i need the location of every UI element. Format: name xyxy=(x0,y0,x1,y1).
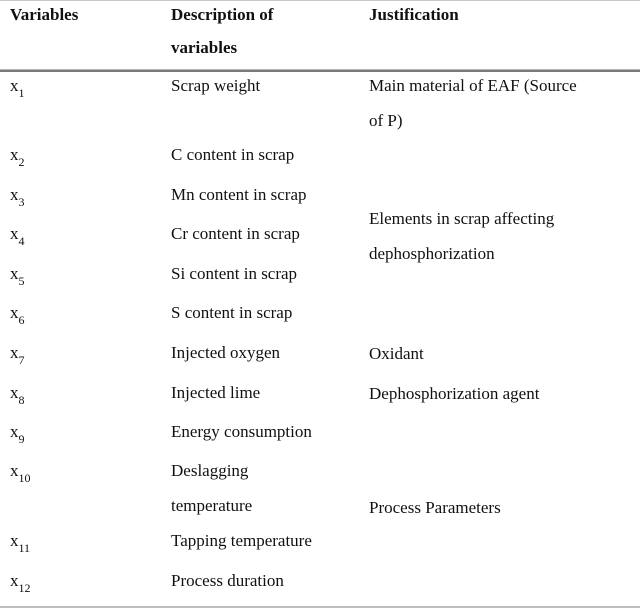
description-cell: C content in scrap xyxy=(171,145,295,164)
justification-cell-line1: Elements in scrap affecting xyxy=(369,209,555,228)
justification-cell-line1: Main material of EAF (Source xyxy=(369,76,577,95)
header-description-line2: variables xyxy=(171,38,238,57)
variable-cell: x12 xyxy=(10,571,31,595)
header-variables: Variables xyxy=(10,5,79,24)
justification-cell: Oxidant xyxy=(369,344,424,363)
description-cell: Si content in scrap xyxy=(171,264,298,283)
description-cell: Injected oxygen xyxy=(171,343,281,362)
description-cell: S content in scrap xyxy=(171,303,293,322)
variable-cell: x8 xyxy=(10,383,25,407)
description-cell: Mn content in scrap xyxy=(171,185,307,204)
description-cell: Scrap weight xyxy=(171,76,261,95)
variable-cell: x3 xyxy=(10,185,25,209)
variable-cell: x7 xyxy=(10,343,25,367)
justification-cell-line2: of P) xyxy=(369,111,403,130)
description-cell: Injected lime xyxy=(171,383,261,402)
description-cell: Tapping temperature xyxy=(171,531,312,550)
variable-cell: x4 xyxy=(10,224,25,248)
table-top-rule xyxy=(0,0,640,1)
table-bottom-rule xyxy=(0,606,640,608)
description-cell: Process duration xyxy=(171,571,284,590)
description-cell-line2: temperature xyxy=(171,496,253,515)
justification-cell: Dephosphorization agent xyxy=(369,384,540,403)
justification-cell: Process Parameters xyxy=(369,498,501,517)
description-cell-line1: Deslagging xyxy=(171,461,249,480)
header-justification: Justification xyxy=(369,5,459,24)
description-cell: Energy consumption xyxy=(171,422,312,441)
justification-cell-line2: dephosphorization xyxy=(369,244,495,263)
header-description-line1: Description of xyxy=(171,5,274,24)
description-cell: Cr content in scrap xyxy=(171,224,300,243)
variable-cell: x9 xyxy=(10,422,25,446)
variable-cell: x2 xyxy=(10,145,25,169)
variable-cell: x11 xyxy=(10,531,31,555)
variable-cell: x5 xyxy=(10,264,25,288)
variable-cell: x10 xyxy=(10,461,31,485)
variable-cell: x1 xyxy=(10,76,25,100)
variable-cell: x6 xyxy=(10,303,25,327)
